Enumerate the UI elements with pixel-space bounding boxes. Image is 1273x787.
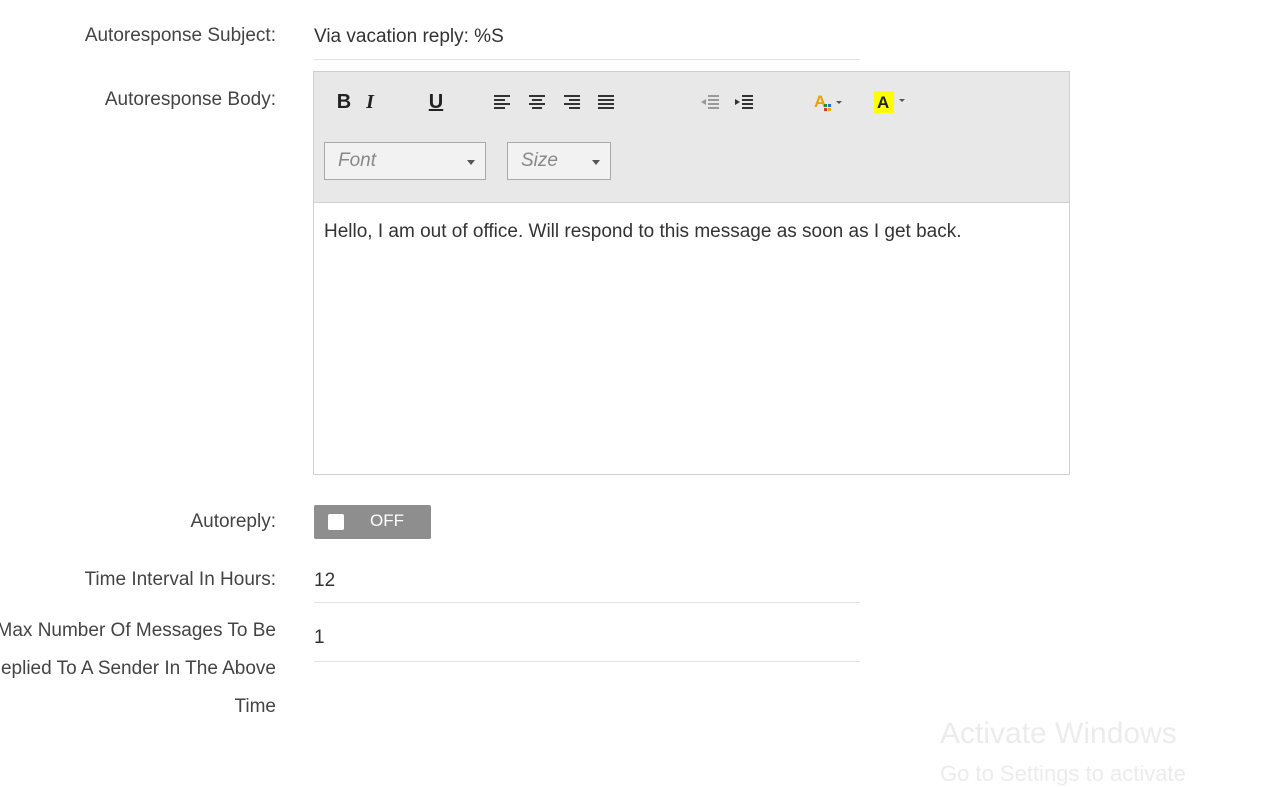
align-left-icon[interactable] [494, 88, 512, 116]
justify-icon[interactable] [598, 88, 616, 116]
font-select[interactable]: Font [324, 142, 486, 180]
interval-underline [314, 602, 860, 603]
editor-toolbar: B I U A A Font Size [314, 72, 1069, 203]
underline-button[interactable]: U [426, 88, 446, 116]
bold-button[interactable]: B [334, 88, 354, 116]
max-messages-label: Max Number Of Messages To Be Replied To … [0, 620, 276, 717]
italic-button[interactable]: I [362, 88, 378, 116]
activate-windows-title: Activate Windows [940, 717, 1177, 750]
interval-input[interactable]: 12 [314, 567, 335, 595]
chevron-down-icon [467, 160, 475, 165]
font-color-icon[interactable]: A [814, 88, 846, 116]
align-center-icon[interactable] [529, 88, 547, 116]
toggle-knob [328, 514, 344, 530]
svg-text:A: A [877, 93, 889, 112]
subject-label: Autoresponse Subject: [84, 25, 276, 46]
outdent-icon[interactable] [700, 88, 720, 116]
size-select[interactable]: Size [507, 142, 611, 180]
font-select-label: Font [338, 150, 377, 171]
highlight-icon[interactable]: A [874, 88, 910, 116]
subject-input[interactable]: Via vacation reply: %S [314, 23, 504, 51]
body-label: Autoresponse Body: [104, 89, 276, 110]
max-messages-input[interactable]: 1 [314, 624, 325, 652]
chevron-down-icon [592, 160, 600, 165]
subject-underline [314, 59, 860, 60]
autoreply-toggle[interactable]: OFF [314, 505, 431, 539]
max-messages-underline [314, 661, 860, 662]
interval-label: Time Interval In Hours: [84, 569, 276, 590]
autoreply-label: Autoreply: [190, 511, 276, 532]
editor-content[interactable]: Hello, I am out of office. Will respond … [314, 203, 1069, 251]
activate-windows-subtitle: Go to Settings to activate [940, 761, 1186, 786]
toggle-state: OFF [370, 511, 404, 530]
align-right-icon[interactable] [564, 88, 582, 116]
rich-text-editor: B I U A A Font Size Hello, I am out of o… [313, 71, 1070, 475]
indent-icon[interactable] [734, 88, 754, 116]
size-select-label: Size [521, 150, 558, 171]
